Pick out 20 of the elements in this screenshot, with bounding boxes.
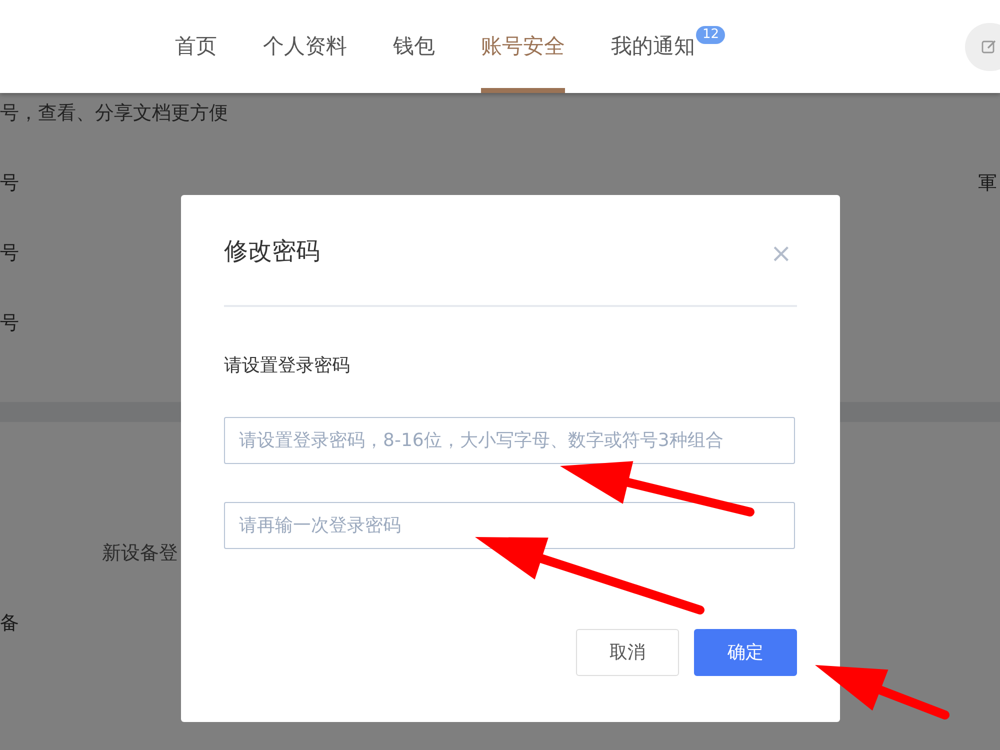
device-label: 备 xyxy=(0,611,19,636)
intro-text: 号，查看、分享文档更方便 xyxy=(0,101,228,126)
edit-icon xyxy=(981,39,997,55)
dialog-title: 修改密码 xyxy=(224,236,320,267)
password-field[interactable]: 请设置登录密码，8-16位，大小写字母、数字或符号3种组合 xyxy=(224,417,795,464)
cancel-button[interactable]: 取消 xyxy=(576,629,679,676)
account-label: 号 xyxy=(0,311,19,336)
setting-label: 新设备登 xyxy=(102,541,178,566)
account-label: 号 xyxy=(0,171,19,196)
nav-tab[interactable]: 我的通知 12 xyxy=(611,0,725,93)
account-label: 号 xyxy=(0,241,19,266)
nav-tab[interactable]: 钱包 xyxy=(393,0,435,93)
nav-tab[interactable]: 首页 xyxy=(175,0,217,93)
field-label: 请设置登录密码 xyxy=(224,354,351,378)
password-field[interactable]: 请再输一次登录密码 xyxy=(224,502,795,549)
confirm-button[interactable]: 确定 xyxy=(694,629,797,676)
edit-button[interactable] xyxy=(965,23,1000,71)
nav-tab[interactable]: 账号安全 xyxy=(481,0,565,93)
notification-badge: 12 xyxy=(696,26,725,44)
nav-tab[interactable]: 个人资料 xyxy=(263,0,347,93)
